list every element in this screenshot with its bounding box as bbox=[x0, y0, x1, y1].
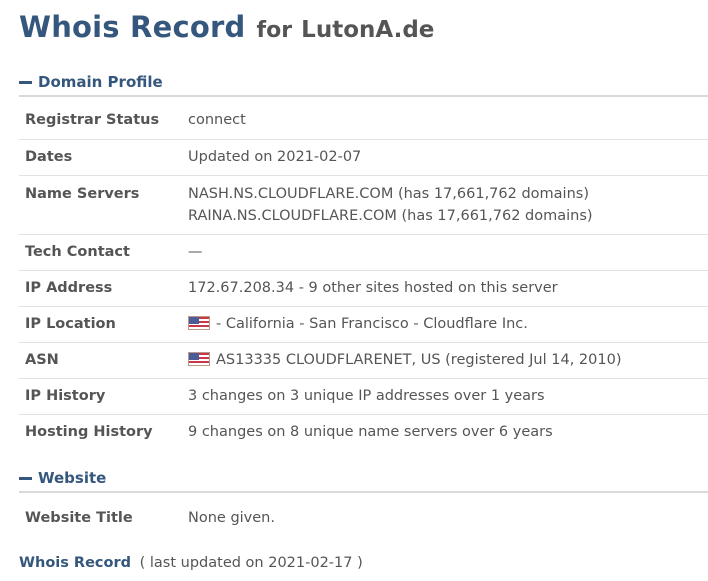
table-row: Tech Contact — bbox=[19, 234, 708, 270]
row-label: Registrar Status bbox=[25, 112, 160, 129]
footer-last-updated: ( last updated on 2021-02-17 ) bbox=[139, 555, 363, 571]
row-label: Website Title bbox=[25, 509, 133, 526]
page-title-domain: LutonA.de bbox=[301, 17, 435, 43]
table-row: Name Servers NASH.NS.CLOUDFLARE.COM (has… bbox=[19, 175, 708, 234]
footer-whois-record: Whois Record ( last updated on 2021-02-1… bbox=[19, 555, 363, 571]
table-row: Hosting History 9 changes on 8 unique na… bbox=[19, 414, 708, 450]
section-website-heading[interactable]: Website bbox=[38, 469, 106, 487]
asn-text: AS13335 CLOUDFLARENET, US (registered Ju… bbox=[216, 352, 622, 368]
row-label: Name Servers bbox=[25, 185, 140, 202]
name-server-1: NASH.NS.CLOUDFLARE.COM (has 17,661,762 d… bbox=[188, 185, 589, 202]
row-value: Updated on 2021-02-07 bbox=[188, 149, 362, 165]
section-domain-profile[interactable]: Domain Profile bbox=[19, 71, 708, 97]
domain-profile-table: Registrar Status connect Dates Updated o… bbox=[19, 102, 708, 450]
page-title-main: Whois Record bbox=[19, 10, 246, 44]
table-row: IP History 3 changes on 3 unique IP addr… bbox=[19, 378, 708, 414]
row-label: ASN bbox=[25, 352, 59, 368]
row-value: - California - San Francisco - Cloudflar… bbox=[188, 306, 708, 342]
row-value: AS13335 CLOUDFLARENET, US (registered Ju… bbox=[188, 342, 708, 378]
table-row: Dates Updated on 2021-02-07 bbox=[19, 139, 708, 175]
section-website[interactable]: Website bbox=[19, 467, 708, 493]
row-value: connect bbox=[188, 112, 246, 129]
row-value: 3 changes on 3 unique IP addresses over … bbox=[188, 388, 545, 404]
row-label: IP History bbox=[25, 388, 106, 404]
row-label: Hosting History bbox=[25, 424, 153, 441]
row-value: — bbox=[188, 244, 203, 260]
table-row: Website Title None given. bbox=[19, 499, 708, 536]
ip-location-text: - California - San Francisco - Cloudflar… bbox=[216, 316, 528, 332]
us-flag-icon bbox=[188, 352, 210, 366]
row-value-name-servers: NASH.NS.CLOUDFLARE.COM (has 17,661,762 d… bbox=[188, 175, 708, 234]
section-domain-profile-heading[interactable]: Domain Profile bbox=[38, 73, 163, 91]
name-server-2: RAINA.NS.CLOUDFLARE.COM (has 17,661,762 … bbox=[188, 207, 593, 224]
us-flag-icon bbox=[188, 316, 210, 330]
row-value: None given. bbox=[188, 509, 275, 526]
row-label: Dates bbox=[25, 149, 73, 165]
page-title-for: for bbox=[256, 18, 293, 43]
website-table: Website Title None given. bbox=[19, 499, 708, 536]
row-label: IP Address bbox=[25, 280, 113, 296]
footer-title: Whois Record bbox=[19, 555, 132, 571]
row-label: Tech Contact bbox=[25, 244, 130, 260]
collapse-minus-icon[interactable] bbox=[19, 81, 32, 84]
page-title: Whois Record for LutonA.de bbox=[19, 10, 434, 44]
table-row: IP Address 172.67.208.34 - 9 other sites… bbox=[19, 270, 708, 306]
row-label: IP Location bbox=[25, 316, 116, 332]
table-row: ASN AS13335 CLOUDFLARENET, US (registere… bbox=[19, 342, 708, 378]
row-value: 172.67.208.34 - 9 other sites hosted on … bbox=[188, 280, 558, 296]
row-value: 9 changes on 8 unique name servers over … bbox=[188, 424, 553, 441]
collapse-minus-icon[interactable] bbox=[19, 477, 32, 480]
table-row: Registrar Status connect bbox=[19, 102, 708, 139]
table-row: IP Location - California - San Francisco… bbox=[19, 306, 708, 342]
